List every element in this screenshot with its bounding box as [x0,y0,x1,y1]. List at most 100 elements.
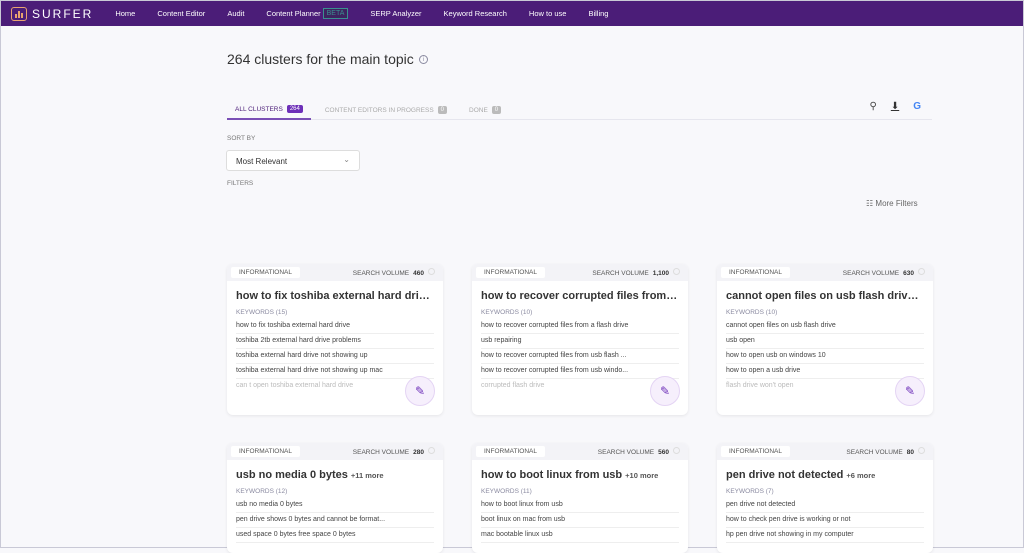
count-badge: 0 [491,106,502,114]
count-badge: 0 [437,106,448,114]
chevron-down-icon: ⌄ [343,155,350,164]
info-icon[interactable] [428,268,435,275]
cluster-title-text: usb no media 0 bytes [236,469,348,481]
search-volume-value: 630 [903,270,914,277]
cluster-card[interactable]: INFORMATIONAL SEARCH VOLUME 630 cannot ope… [717,264,933,415]
tab-all-clusters[interactable]: ALL CLUSTERS 264 [227,100,311,120]
keyword-item: used space 0 bytes free space 0 bytes [236,528,434,543]
cluster-title-text: cannot open files on usb flash drive... [726,290,923,302]
nav-content-planner-label: Content Planner [266,9,321,18]
keywords-label: KEYWORDS (10) [726,309,778,316]
cluster-title[interactable]: how to recover corrupted files from ... [472,281,688,309]
more-filters-button[interactable]: ☷ More Filters [866,199,918,208]
sort-value: Most Relevant [236,157,288,166]
search-volume-label: SEARCH VOLUME [846,449,903,456]
keyword-item: how to recover corrupted files from usb … [481,349,679,364]
brand-name: SURFER [32,6,94,21]
keyword-item: toshiba external hard drive not showing … [236,349,434,364]
sort-select[interactable]: Most Relevant ⌄ [226,150,360,171]
cluster-card[interactable]: INFORMATIONAL SEARCH VOLUME 560 how to boo… [472,443,688,553]
cluster-title[interactable]: cannot open files on usb flash drive... [717,281,933,309]
cluster-card[interactable]: INFORMATIONAL SEARCH VOLUME 80 pen drive n… [717,443,933,553]
search-volume: SEARCH VOLUME 460 [353,268,435,277]
search-volume-value: 1,100 [652,270,669,277]
edit-icon[interactable]: ✎ [650,376,680,406]
count-badge: 264 [286,105,303,113]
cluster-title[interactable]: pen drive not detected +6 more [717,460,933,488]
tab-label: ALL CLUSTERS [235,105,283,113]
cluster-card[interactable]: INFORMATIONAL SEARCH VOLUME 460 how to fix… [227,264,443,415]
info-icon[interactable] [673,268,680,275]
cluster-title-text: how to boot linux from usb [481,469,623,481]
keywords-label: KEYWORDS (15) [236,309,288,316]
cluster-title[interactable]: how to boot linux from usb +10 more [472,460,688,488]
info-icon[interactable] [918,268,925,275]
info-icon[interactable] [428,447,435,454]
keyword-item: how to open usb on windows 10 [726,349,924,364]
keyword-item: how to check pen drive is working or not [726,513,924,528]
keyword-item: hp pen drive not showing in my computer [726,528,924,543]
intent-badge: INFORMATIONAL [231,267,300,278]
nav-billing[interactable]: Billing [588,9,608,18]
search-volume-value: 280 [413,449,424,456]
search-volume-label: SEARCH VOLUME [352,449,410,456]
tab-done[interactable]: DONE 0 [461,100,509,120]
download-icon[interactable]: ⬇ [891,101,899,112]
search-volume: SEARCH VOLUME 630 [843,268,925,277]
edit-icon[interactable]: ✎ [405,376,435,406]
keywords-label: KEYWORDS (12) [236,488,288,495]
cluster-title[interactable]: how to fix toshiba external hard driv... [227,281,443,309]
more-count: +6 more [846,471,876,480]
keyword-item: how to fix toshiba external hard drive [236,319,434,334]
card-header: INFORMATIONAL SEARCH VOLUME 630 [717,264,933,281]
keywords-label: KEYWORDS (10) [481,309,533,316]
card-header: INFORMATIONAL SEARCH VOLUME 280 [227,443,443,460]
more-count: +11 more [350,471,384,480]
filters-label: FILTERS [227,180,254,187]
search-volume-label: SEARCH VOLUME [597,449,655,456]
search-volume-value: 460 [413,270,424,277]
intent-badge: INFORMATIONAL [476,267,545,278]
nav-keyword-research[interactable]: Keyword Research [444,9,507,18]
nav-content-editor[interactable]: Content Editor [157,9,205,18]
card-header: INFORMATIONAL SEARCH VOLUME 1,100 [472,264,688,281]
tab-content-editors-in-progress[interactable]: CONTENT EDITORS IN PROGRESS 0 [317,100,455,120]
tab-label: DONE [469,106,488,114]
keyword-item: usb no media 0 bytes [236,498,434,513]
cluster-card[interactable]: INFORMATIONAL SEARCH VOLUME 280 usb no med… [227,443,443,553]
info-icon[interactable]: i [418,54,428,64]
sort-label: SORT BY [227,135,256,142]
cluster-title-text: pen drive not detected [726,469,844,481]
edit-icon[interactable]: ✎ [895,376,925,406]
info-icon[interactable] [673,447,680,454]
cluster-title[interactable]: usb no media 0 bytes +11 more [227,460,443,488]
search-volume-label: SEARCH VOLUME [352,270,410,277]
search-volume: SEARCH VOLUME 80 [846,447,925,456]
nav-audit[interactable]: Audit [227,9,244,18]
tab-label: CONTENT EDITORS IN PROGRESS [324,106,434,114]
keyword-item: pen drive shows 0 bytes and cannot be fo… [236,513,434,528]
google-icon[interactable]: G [913,101,921,112]
card-header: INFORMATIONAL SEARCH VOLUME 460 [227,264,443,281]
search-volume-value: 560 [658,449,669,456]
info-icon[interactable] [918,447,925,454]
tabs: ALL CLUSTERS 264 CONTENT EDITORS IN PROGR… [227,100,932,120]
keyword-item: how to recover corrupted files from a fl… [481,319,679,334]
search-icon[interactable]: ⚲ [870,101,877,112]
logo-icon [11,6,27,21]
intent-badge: INFORMATIONAL [721,446,790,457]
keyword-item: how to boot linux from usb [481,498,679,513]
card-header: INFORMATIONAL SEARCH VOLUME 560 [472,443,688,460]
nav-home[interactable]: Home [115,9,135,18]
more-filters-label: More Filters [875,199,918,208]
keyword-item: toshiba external hard drive not showing … [236,364,434,379]
nav-serp-analyzer[interactable]: SERP Analyzer [370,9,421,18]
search-volume-label: SEARCH VOLUME [842,270,900,277]
top-nav: SURFER Home Content Editor Audit Content… [1,1,1023,26]
sliders-icon: ☷ [866,199,874,208]
surfer-logo[interactable]: SURFER [11,6,94,21]
cluster-card[interactable]: INFORMATIONAL SEARCH VOLUME 1,100 how to r… [472,264,688,415]
nav-how-to-use[interactable]: How to use [529,9,567,18]
nav-content-planner[interactable]: Content Planner BETA [266,8,349,19]
search-volume-label: SEARCH VOLUME [592,270,649,277]
